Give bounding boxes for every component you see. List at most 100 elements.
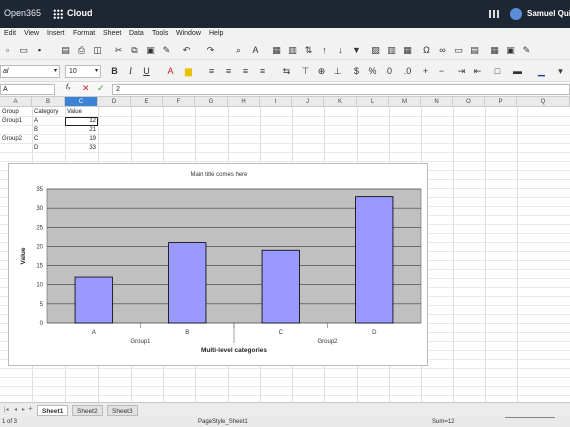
cell-b2[interactable]: A (34, 117, 38, 125)
column-header-c[interactable]: C (65, 97, 98, 107)
borders-icon[interactable]: □ (492, 66, 503, 77)
italic-icon[interactable]: I (125, 66, 136, 77)
prev-sheet-icon[interactable]: ◂ (14, 406, 17, 413)
apps-grid-icon[interactable] (53, 9, 63, 19)
name-box[interactable]: A (0, 84, 55, 95)
formula-input[interactable]: 2 (112, 84, 570, 95)
align-top-icon[interactable]: ⊤ (300, 66, 311, 77)
tab-sheet2[interactable]: Sheet2 (72, 405, 103, 416)
column-header-p[interactable]: P (485, 97, 517, 107)
image-icon[interactable]: ▨ (370, 45, 381, 56)
header-footer-icon[interactable]: ▤ (469, 45, 480, 56)
tab-sheet1[interactable]: Sheet1 (37, 405, 69, 416)
highlight-icon[interactable]: ▆ (183, 66, 194, 77)
next-sheet-icon[interactable]: ▸ (22, 406, 25, 413)
column-header-i[interactable]: I (260, 97, 292, 107)
copy-icon[interactable]: ⧉ (129, 45, 140, 56)
add-sheet-icon[interactable]: + (28, 404, 33, 413)
clone-format-icon[interactable]: ✎ (161, 45, 172, 56)
menu-insert[interactable]: Insert (47, 30, 65, 37)
app-logo[interactable]: Open365 (4, 8, 41, 18)
menu-format[interactable]: Format (73, 30, 95, 37)
first-sheet-icon[interactable]: |◂ (4, 406, 9, 413)
sort-desc-icon[interactable]: ↓ (335, 45, 346, 56)
menu-edit[interactable]: Edit (4, 30, 16, 37)
chevron-down-icon[interactable]: ▾ (95, 66, 98, 77)
column-header-o[interactable]: O (453, 97, 485, 107)
cancel-icon[interactable]: ✕ (82, 83, 90, 94)
border-color-icon[interactable]: ▁ (536, 66, 547, 77)
print-icon[interactable]: ⎙ (76, 45, 87, 56)
cell-c5[interactable]: 33 (66, 144, 96, 152)
more-icon[interactable]: ▾ (555, 66, 566, 77)
hyperlink-icon[interactable]: ∞ (437, 45, 448, 56)
menu-sheet[interactable]: Sheet (103, 30, 121, 37)
split-icon[interactable]: ▣ (505, 45, 516, 56)
bold-icon[interactable]: B (109, 66, 120, 77)
cell-b1[interactable]: Category (34, 108, 58, 116)
comment-icon[interactable]: ▭ (453, 45, 464, 56)
column-header-f[interactable]: F (163, 97, 195, 107)
align-right-icon[interactable]: ≡ (240, 66, 251, 77)
menu-tools[interactable]: Tools (152, 30, 168, 37)
column-header-g[interactable]: G (195, 97, 228, 107)
cell-a4[interactable]: Group2 (2, 135, 22, 143)
align-left-icon[interactable]: ≡ (206, 66, 217, 77)
redo-icon[interactable]: ↷ (205, 45, 216, 56)
special-char-icon[interactable]: Ω (421, 45, 432, 56)
cell-a1[interactable]: Group (2, 108, 19, 116)
column-header-k[interactable]: K (324, 97, 357, 107)
show-draw-icon[interactable]: ✎ (521, 45, 532, 56)
cell-c4[interactable]: 19 (66, 135, 96, 143)
user-name[interactable]: Samuel Qui (527, 9, 570, 18)
wrap-icon[interactable]: ⇆ (281, 66, 292, 77)
sort-asc-icon[interactable]: ↑ (319, 45, 330, 56)
column-header-l[interactable]: L (357, 97, 389, 107)
remove-decimal-icon[interactable]: − (436, 66, 447, 77)
column-header-m[interactable]: M (389, 97, 421, 107)
outdent-icon[interactable]: ⇤ (472, 66, 483, 77)
chart-icon[interactable]: ▥ (386, 45, 397, 56)
justify-icon[interactable]: ≡ (257, 66, 268, 77)
cell-b4[interactable]: C (34, 135, 38, 143)
menu-data[interactable]: Data (129, 30, 144, 37)
cloud-label[interactable]: Cloud (67, 8, 93, 18)
print-preview-icon[interactable]: ◫ (92, 45, 103, 56)
find-icon[interactable]: ⌕ (233, 45, 244, 56)
sort-icon[interactable]: ⇅ (303, 45, 314, 56)
new-icon[interactable]: ▫ (2, 45, 13, 56)
underline-icon[interactable]: U (141, 66, 152, 77)
cell-b5[interactable]: D (34, 144, 38, 152)
column-header-a[interactable]: A (0, 97, 32, 107)
thousands-icon[interactable]: .0 (402, 66, 413, 77)
column-header-j[interactable]: J (292, 97, 324, 107)
currency-icon[interactable]: $ (351, 66, 362, 77)
cell-a2[interactable]: Group1 (2, 117, 22, 125)
cell-c3[interactable]: 21 (66, 126, 96, 134)
zoom-slider[interactable] (505, 417, 555, 418)
menu-view[interactable]: View (24, 30, 39, 37)
indent-icon[interactable]: ⇥ (456, 66, 467, 77)
font-size-box[interactable]: 10 ▾ (65, 65, 101, 78)
column-header-q[interactable]: Q (517, 97, 570, 107)
accept-icon[interactable]: ✓ (97, 83, 105, 94)
embedded-chart[interactable]: 0 5 10 15 20 25 30 35 A B C D Group1 Group2 Main title… (8, 163, 428, 366)
column-header-e[interactable]: E (131, 97, 163, 107)
cut-icon[interactable]: ✂ (113, 45, 124, 56)
percent-icon[interactable]: % (367, 66, 378, 77)
tab-sheet3[interactable]: Sheet3 (107, 405, 138, 416)
function-wizard-icon[interactable]: fₓ (66, 84, 71, 91)
row-icon[interactable]: ▦ (271, 45, 282, 56)
cell-b3[interactable]: B (34, 126, 38, 134)
spelling-icon[interactable]: A (250, 45, 261, 56)
align-center-icon[interactable]: ≡ (223, 66, 234, 77)
save-icon[interactable]: ▪ (34, 45, 45, 56)
column-icon[interactable]: ▥ (287, 45, 298, 56)
column-header-h[interactable]: H (228, 97, 260, 107)
border-style-icon[interactable]: ▬ (512, 66, 523, 77)
align-bottom-icon[interactable]: ⊥ (332, 66, 343, 77)
align-middle-icon[interactable]: ⊕ (316, 66, 327, 77)
open-icon[interactable]: ▭ (18, 45, 29, 56)
spreadsheet-grid[interactable]: A B C D E F G H I J K L M N O P Q Group … (0, 97, 570, 402)
column-header-n[interactable]: N (421, 97, 453, 107)
